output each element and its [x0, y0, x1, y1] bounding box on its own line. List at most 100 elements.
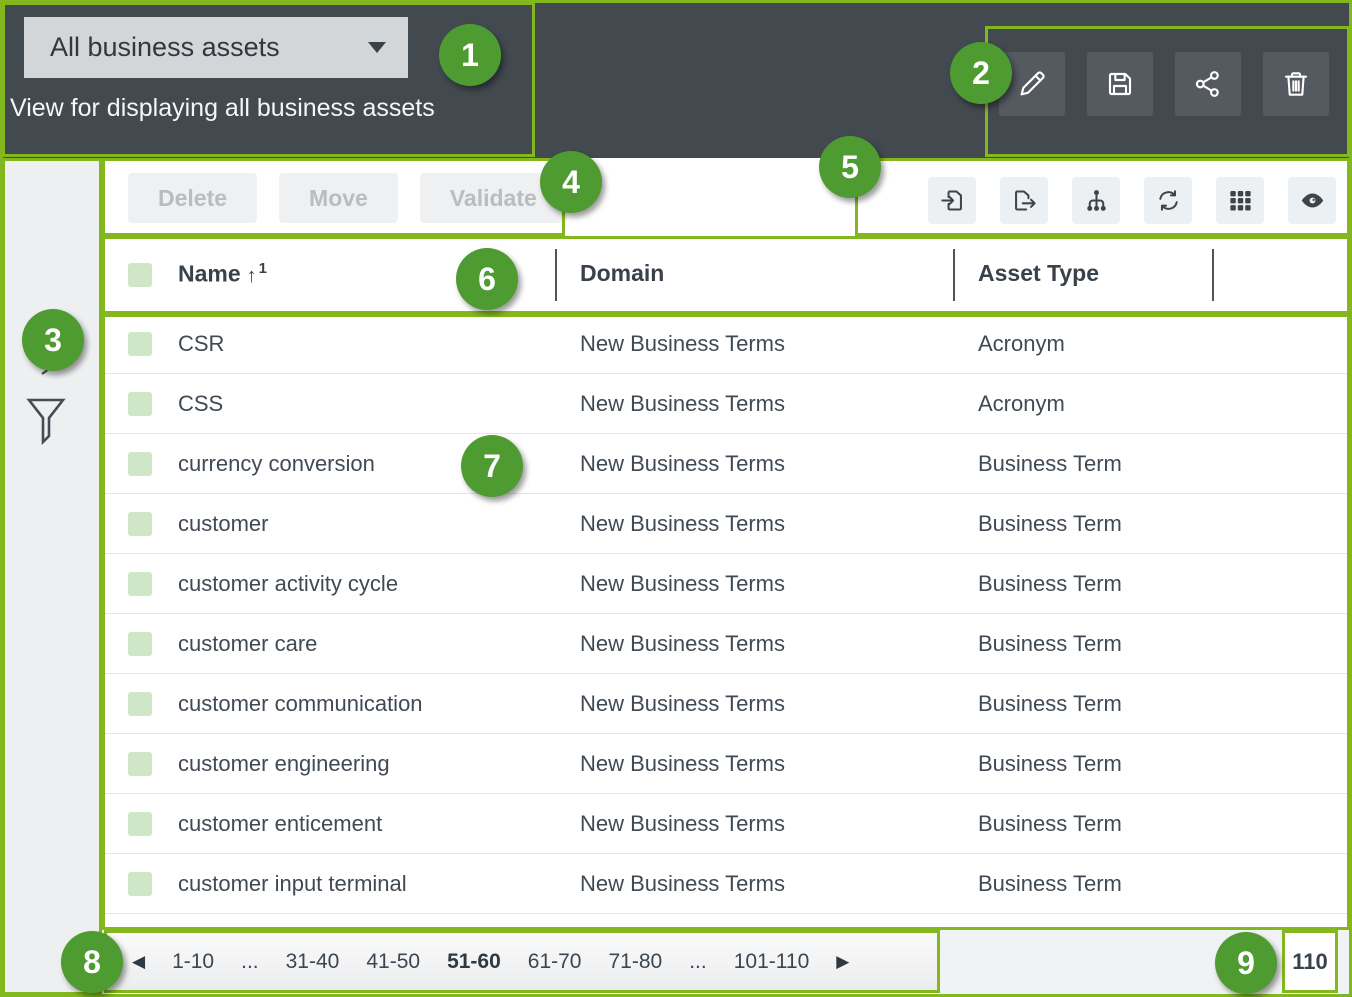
table-row[interactable]: customer enticement New Business Terms B…: [102, 794, 1350, 854]
cell-domain: New Business Terms: [580, 674, 785, 734]
table-header-row: Name ↑1 Domain Asset Type: [102, 236, 1350, 314]
import-icon: [939, 187, 966, 214]
page-link[interactable]: 41-50: [366, 950, 420, 974]
column-header-asset-type[interactable]: Asset Type: [978, 260, 1099, 287]
table-row[interactable]: customer communication New Business Term…: [102, 674, 1350, 734]
cell-domain: New Business Terms: [580, 374, 785, 434]
chevron-down-icon: [368, 42, 386, 53]
callout-badge-3: 3: [22, 309, 84, 371]
row-checkbox[interactable]: [128, 632, 152, 656]
name-column-label: Name: [178, 261, 241, 287]
export-icon: [1011, 187, 1038, 214]
cell-asset-name[interactable]: customer enticement: [178, 794, 382, 854]
column-divider[interactable]: [1212, 249, 1214, 301]
callout-badge-1: 1: [439, 24, 501, 86]
eye-icon: [1299, 187, 1326, 214]
cell-asset-type: Acronym: [978, 314, 1065, 374]
row-checkbox[interactable]: [128, 752, 152, 776]
row-checkbox[interactable]: [128, 572, 152, 596]
page-link[interactable]: 61-70: [528, 950, 582, 974]
page-link[interactable]: 31-40: [286, 950, 340, 974]
cell-asset-type: Business Term: [978, 794, 1122, 854]
floppy-disk-icon: [1104, 68, 1136, 100]
row-checkbox[interactable]: [128, 512, 152, 536]
cell-asset-type: Business Term: [978, 854, 1122, 914]
delete-view-button[interactable]: [1263, 52, 1329, 116]
row-checkbox[interactable]: [128, 332, 152, 356]
cell-asset-name[interactable]: customer activity cycle: [178, 554, 398, 614]
table-row[interactable]: CSR New Business Terms Acronym: [102, 314, 1350, 374]
cell-asset-type: Business Term: [978, 614, 1122, 674]
column-divider[interactable]: [555, 249, 557, 301]
view-action-buttons: [999, 52, 1329, 116]
row-checkbox[interactable]: [128, 452, 152, 476]
cell-asset-name[interactable]: customer: [178, 494, 268, 554]
table-toolbar: Delete Move Validate: [102, 158, 1352, 236]
column-divider[interactable]: [953, 249, 955, 301]
export-button[interactable]: [1000, 177, 1048, 224]
top-header-bar: All business assets View for displaying …: [0, 0, 1352, 158]
page-link[interactable]: 101-110: [734, 950, 810, 974]
page-link[interactable]: 51-60: [447, 950, 501, 974]
table-body: CSR New Business Terms Acronym CSS New B…: [102, 314, 1350, 930]
row-checkbox[interactable]: [128, 692, 152, 716]
table-row[interactable]: CSS New Business Terms Acronym: [102, 374, 1350, 434]
cell-domain: New Business Terms: [580, 314, 785, 374]
page-link[interactable]: ...: [689, 950, 707, 974]
select-all-checkbox[interactable]: [128, 263, 152, 287]
cell-asset-type: Business Term: [978, 554, 1122, 614]
move-button[interactable]: Move: [279, 173, 398, 223]
grid-icon: [1227, 187, 1254, 214]
filter-button[interactable]: [26, 396, 66, 462]
previous-page-arrow[interactable]: ◀: [132, 952, 145, 972]
grid-columns-button[interactable]: [1216, 177, 1264, 224]
table-row[interactable]: customer input terminal New Business Ter…: [102, 854, 1350, 914]
cell-asset-type: Business Term: [978, 734, 1122, 794]
cell-asset-name[interactable]: customer input terminal: [178, 854, 407, 914]
page-link[interactable]: ...: [241, 950, 259, 974]
sort-ascending-icon: ↑: [247, 265, 257, 287]
save-view-button[interactable]: [1087, 52, 1153, 116]
table-row[interactable]: customer activity cycle New Business Ter…: [102, 554, 1350, 614]
hierarchy-button[interactable]: [1072, 177, 1120, 224]
refresh-button[interactable]: [1144, 177, 1192, 224]
view-options-button[interactable]: [1288, 177, 1336, 224]
import-button[interactable]: [928, 177, 976, 224]
total-results-count: 110: [1282, 930, 1338, 993]
callout-badge-4: 4: [540, 151, 602, 213]
share-icon: [1192, 68, 1224, 100]
cell-domain: New Business Terms: [580, 554, 785, 614]
cell-asset-name[interactable]: CSS: [178, 374, 223, 434]
next-page-arrow[interactable]: ▶: [836, 952, 849, 972]
view-selector-dropdown[interactable]: All business assets: [24, 17, 408, 78]
row-checkbox[interactable]: [128, 812, 152, 836]
cell-domain: New Business Terms: [580, 794, 785, 854]
column-header-name[interactable]: Name ↑1: [178, 260, 267, 288]
row-checkbox[interactable]: [128, 392, 152, 416]
bulk-action-buttons: Delete Move Validate: [128, 173, 567, 223]
page-link[interactable]: 71-80: [609, 950, 663, 974]
sort-order-number: 1: [259, 260, 267, 277]
cell-asset-name[interactable]: currency conversion: [178, 434, 375, 494]
table-row[interactable]: currency conversion New Business Terms B…: [102, 434, 1350, 494]
table-row[interactable]: customer care New Business Terms Busines…: [102, 614, 1350, 674]
callout-badge-8: 8: [61, 931, 123, 993]
pencil-icon: [1016, 68, 1048, 100]
cell-asset-name[interactable]: customer communication: [178, 674, 423, 734]
cell-asset-type: Business Term: [978, 434, 1122, 494]
row-checkbox[interactable]: [128, 872, 152, 896]
table-row[interactable]: customer New Business Terms Business Ter…: [102, 494, 1350, 554]
share-view-button[interactable]: [1175, 52, 1241, 116]
pagination-bar: ◀ 1-10 ... 31-40 41-50 51-60 61-70 71-80…: [102, 930, 940, 993]
cell-asset-type: Acronym: [978, 374, 1065, 434]
page-link[interactable]: 1-10: [172, 950, 214, 974]
cell-asset-name[interactable]: CSR: [178, 314, 224, 374]
app-window: All business assets View for displaying …: [0, 0, 1352, 997]
column-header-domain[interactable]: Domain: [580, 260, 664, 287]
delete-button[interactable]: Delete: [128, 173, 257, 223]
cell-domain: New Business Terms: [580, 734, 785, 794]
cell-asset-name[interactable]: customer care: [178, 614, 317, 674]
callout-badge-2: 2: [950, 42, 1012, 104]
cell-asset-name[interactable]: customer engineering: [178, 734, 390, 794]
table-row[interactable]: customer engineering New Business Terms …: [102, 734, 1350, 794]
